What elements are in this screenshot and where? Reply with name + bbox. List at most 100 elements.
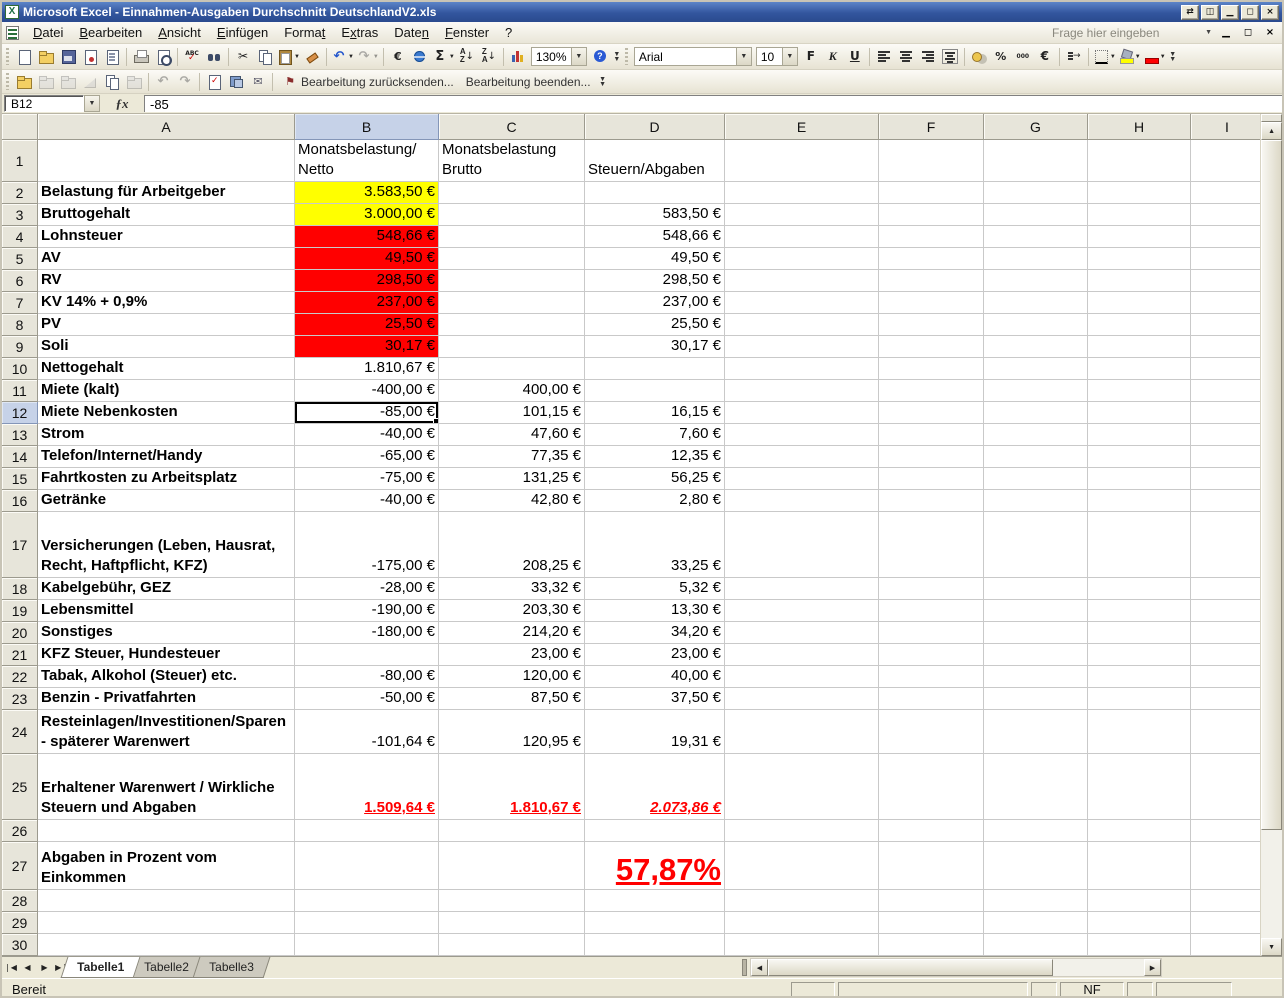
cell-I17[interactable] (1191, 512, 1260, 578)
cell-A11[interactable]: Miete (kalt) (38, 380, 295, 402)
cell-F13[interactable] (879, 424, 984, 446)
euro-icon[interactable]: € (1034, 46, 1056, 68)
autosum-icon[interactable]: Σ▼ (431, 46, 456, 68)
cell-D20[interactable]: 34,20 € (585, 622, 725, 644)
cell-H10[interactable] (1088, 358, 1191, 380)
cell-A22[interactable]: Tabak, Alkohol (Steuer) etc. (38, 666, 295, 688)
fill-color-icon[interactable]: ▼ (1117, 46, 1142, 68)
row-header-6[interactable]: 6 (2, 270, 38, 292)
cell-A17[interactable]: Versicherungen (Leben, Hausrat, Recht, H… (38, 512, 295, 578)
cell-A3[interactable]: Bruttogehalt (38, 204, 295, 226)
cell-I18[interactable] (1191, 578, 1260, 600)
cell-H21[interactable] (1088, 644, 1191, 666)
menu-fenster[interactable]: Fenster (437, 23, 497, 42)
cell-I5[interactable] (1191, 248, 1260, 270)
cell-D26[interactable] (585, 820, 725, 842)
formatting-overflow-button[interactable]: ▼▼ (1167, 46, 1179, 68)
cell-H25[interactable] (1088, 754, 1191, 820)
cell-D21[interactable]: 23,00 € (585, 644, 725, 666)
cell-D3[interactable]: 583,50 € (585, 204, 725, 226)
menu-daten[interactable]: Daten (386, 23, 437, 42)
cell-E2[interactable] (725, 182, 879, 204)
cell-E21[interactable] (725, 644, 879, 666)
cell-E30[interactable] (725, 934, 879, 956)
select-all-corner[interactable] (2, 114, 38, 140)
cell-I23[interactable] (1191, 688, 1260, 710)
cell-E3[interactable] (725, 204, 879, 226)
currency-icon[interactable] (968, 46, 990, 68)
cell-A26[interactable] (38, 820, 295, 842)
cell-C21[interactable]: 23,00 € (439, 644, 585, 666)
cell-H12[interactable] (1088, 402, 1191, 424)
cell-B27[interactable] (295, 842, 439, 890)
cell-F16[interactable] (879, 490, 984, 512)
cell-B19[interactable]: -190,00 € (295, 600, 439, 622)
cell-I14[interactable] (1191, 446, 1260, 468)
cell-E13[interactable] (725, 424, 879, 446)
cell-I11[interactable] (1191, 380, 1260, 402)
column-header-b[interactable]: B (295, 114, 439, 140)
cell-F24[interactable] (879, 710, 984, 754)
cell-H16[interactable] (1088, 490, 1191, 512)
menu-[interactable]: ? (497, 23, 520, 42)
cell-I8[interactable] (1191, 314, 1260, 336)
cell-H20[interactable] (1088, 622, 1191, 644)
cell-D11[interactable] (585, 380, 725, 402)
cell-H7[interactable] (1088, 292, 1191, 314)
cell-F26[interactable] (879, 820, 984, 842)
research-icon[interactable] (203, 46, 225, 68)
cell-B20[interactable]: -180,00 € (295, 622, 439, 644)
cell-F8[interactable] (879, 314, 984, 336)
cell-G5[interactable] (984, 248, 1088, 270)
cell-A20[interactable]: Sonstiges (38, 622, 295, 644)
cell-D18[interactable]: 5,32 € (585, 578, 725, 600)
align-left-icon[interactable] (873, 46, 895, 68)
formula-input[interactable]: -85 (144, 95, 1282, 112)
email-icon[interactable] (101, 46, 123, 68)
cell-G19[interactable] (984, 600, 1088, 622)
increase-indent-icon[interactable]: → (1063, 46, 1085, 68)
cell-B8[interactable]: 25,50 € (295, 314, 439, 336)
row-header-1[interactable]: 1 (2, 140, 38, 182)
cell-C7[interactable] (439, 292, 585, 314)
vertical-scroll-thumb[interactable] (1261, 140, 1282, 830)
cell-C30[interactable] (439, 934, 585, 956)
cell-F11[interactable] (879, 380, 984, 402)
cell-D5[interactable]: 49,50 € (585, 248, 725, 270)
cell-D12[interactable]: 16,15 € (585, 402, 725, 424)
row-header-15[interactable]: 15 (2, 468, 38, 490)
cell-I29[interactable] (1191, 912, 1260, 934)
cell-I3[interactable] (1191, 204, 1260, 226)
cell-I4[interactable] (1191, 226, 1260, 248)
cell-F18[interactable] (879, 578, 984, 600)
scroll-right-button[interactable]: ▶ (1144, 959, 1161, 976)
cell-I2[interactable] (1191, 182, 1260, 204)
cell-E24[interactable] (725, 710, 879, 754)
undo-icon[interactable]: ↶▼ (330, 46, 355, 68)
cell-H29[interactable] (1088, 912, 1191, 934)
cell-H14[interactable] (1088, 446, 1191, 468)
cell-C22[interactable]: 120,00 € (439, 666, 585, 688)
menu-ansicht[interactable]: Ansicht (150, 23, 209, 42)
cell-G27[interactable] (984, 842, 1088, 890)
cell-I27[interactable] (1191, 842, 1260, 890)
cell-H8[interactable] (1088, 314, 1191, 336)
column-header-g[interactable]: G (984, 114, 1088, 140)
workbook-minimize-button[interactable]: ▁ (1218, 26, 1234, 40)
cell-H15[interactable] (1088, 468, 1191, 490)
cell-A10[interactable]: Nettogehalt (38, 358, 295, 380)
cell-C5[interactable] (439, 248, 585, 270)
cell-E10[interactable] (725, 358, 879, 380)
cell-E9[interactable] (725, 336, 879, 358)
cell-E29[interactable] (725, 912, 879, 934)
spelling-icon[interactable]: ABC (181, 46, 203, 68)
cell-C1[interactable]: Monatsbelastung Brutto (439, 140, 585, 182)
menu-extras[interactable]: Extras (333, 23, 386, 42)
first-sheet-button[interactable]: ❘◀ (2, 957, 19, 978)
cell-C10[interactable] (439, 358, 585, 380)
cell-A12[interactable]: Miete Nebenkosten (38, 402, 295, 424)
cell-B1[interactable]: Monatsbelastung/ Netto (295, 140, 439, 182)
cell-H17[interactable] (1088, 512, 1191, 578)
cell-G24[interactable] (984, 710, 1088, 754)
vertical-scrollbar[interactable]: ▲ ▼ (1260, 114, 1282, 956)
